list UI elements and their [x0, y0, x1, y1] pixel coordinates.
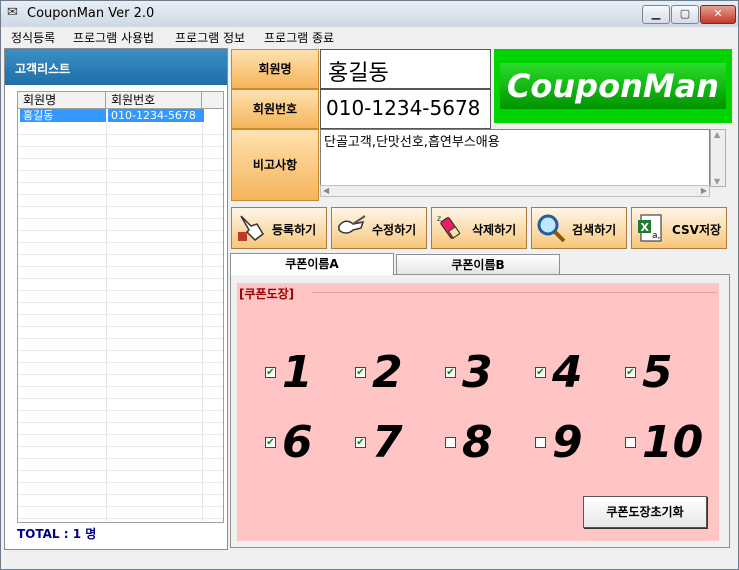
- menu-exit[interactable]: 프로그램 종료: [264, 29, 334, 46]
- menu-register[interactable]: 정식등록: [11, 29, 55, 46]
- coupon-stamp-4[interactable]: ✔ 4: [535, 348, 605, 398]
- excel-file-icon: X a,: [638, 214, 662, 242]
- stamp-checkbox[interactable]: ✔: [625, 367, 636, 378]
- stamp-number: 7: [372, 417, 403, 468]
- stamp-checkbox[interactable]: ✔: [355, 437, 366, 448]
- stamp-number: 5: [642, 347, 673, 398]
- coupon-stamp-9[interactable]: 9: [535, 418, 605, 468]
- memo-vertical-scrollbar[interactable]: ▲ ▼: [710, 129, 726, 187]
- column-header-name[interactable]: 회원명: [18, 92, 106, 108]
- stamp-number: 4: [552, 347, 583, 398]
- column-header-number[interactable]: 회원번호: [106, 92, 202, 108]
- stamp-checkbox[interactable]: [625, 437, 636, 448]
- reset-stamps-button[interactable]: 쿠폰도장초기화: [583, 496, 707, 528]
- tab-coupon-a[interactable]: 쿠폰이름A: [230, 253, 394, 275]
- stamp-checkbox[interactable]: ✔: [535, 367, 546, 378]
- scroll-down-icon[interactable]: ▼: [714, 177, 720, 186]
- svg-text:X: X: [641, 221, 650, 234]
- svg-text:a,: a,: [652, 231, 660, 241]
- table-row[interactable]: 홍길동 010-1234-5678: [20, 109, 204, 122]
- list-grid-divider: [202, 123, 203, 521]
- row-number-cell: 010-1234-5678: [108, 109, 204, 122]
- register-button[interactable]: 등록하기: [231, 207, 327, 249]
- scroll-up-icon[interactable]: ▲: [714, 130, 720, 139]
- stamp-number: 2: [372, 347, 403, 398]
- register-label: 등록하기: [272, 223, 317, 237]
- list-grid-divider: [106, 123, 107, 521]
- svg-text:z: z: [437, 214, 441, 223]
- name-label: 회원명: [231, 49, 319, 89]
- number-value: 010-1234-5678: [326, 96, 481, 120]
- close-icon: ✕: [713, 7, 723, 20]
- app-icon: ✉: [7, 5, 18, 20]
- menu-usage[interactable]: 프로그램 사용법: [73, 29, 154, 46]
- coupon-stamp-6[interactable]: ✔ 6: [265, 418, 335, 468]
- minimize-icon: ▁: [651, 7, 661, 20]
- menu-bar: 정식등록 프로그램 사용법 프로그램 정보 프로그램 종료: [1, 27, 738, 47]
- scroll-right-icon[interactable]: ▶: [701, 186, 707, 195]
- csv-save-label: CSV저장: [672, 223, 722, 237]
- row-name-cell: 홍길동: [20, 109, 106, 122]
- scroll-left-icon[interactable]: ◀: [323, 186, 329, 195]
- list-grid: [18, 123, 223, 521]
- coupon-stamp-5[interactable]: ✔ 5: [625, 348, 695, 398]
- search-label: 검색하기: [572, 223, 617, 237]
- minimize-button[interactable]: ▁: [642, 5, 670, 24]
- coupon-stamp-3[interactable]: ✔ 3: [445, 348, 515, 398]
- stamp-number: 8: [462, 417, 493, 468]
- number-field[interactable]: 010-1234-5678: [320, 89, 491, 129]
- customer-list-title: 고객리스트: [15, 62, 71, 76]
- name-field[interactable]: 홍길동: [320, 49, 491, 89]
- coupon-group-title: [쿠폰도장]: [237, 285, 297, 302]
- coupon-stamp-7[interactable]: ✔ 7: [355, 418, 425, 468]
- stamp-number: 6: [282, 417, 313, 468]
- stamp-checkbox[interactable]: [535, 437, 546, 448]
- customer-list-panel: 고객리스트 회원명 회원번호 홍길동 010-1234-5678 TOTAL :…: [4, 48, 228, 550]
- coupon-stamp-1[interactable]: ✔ 1: [265, 348, 335, 398]
- coupon-stamp-10[interactable]: 10: [625, 418, 703, 468]
- stamp-number: 3: [462, 347, 493, 398]
- name-value: 홍길동: [328, 61, 389, 86]
- stamp-checkbox[interactable]: ✔: [265, 437, 276, 448]
- window-title: CouponMan Ver 2.0: [27, 6, 155, 21]
- writing-hand-icon: [338, 215, 366, 234]
- customer-list-header: 고객리스트: [5, 49, 227, 85]
- coupon-stamp-2[interactable]: ✔ 2: [355, 348, 425, 398]
- logo-panel: CouponMan: [494, 49, 732, 123]
- pointing-hand-icon: [238, 215, 264, 241]
- group-border-line: [312, 292, 717, 293]
- stamp-checkbox[interactable]: ✔: [445, 367, 456, 378]
- list-header: 회원명 회원번호: [18, 92, 223, 109]
- logo-text: CouponMan: [500, 63, 726, 109]
- menu-info[interactable]: 프로그램 정보: [175, 29, 245, 46]
- eraser-icon: z: [437, 214, 461, 239]
- title-bar[interactable]: ✉ CouponMan Ver 2.0 ▁ ▢ ✕: [1, 1, 738, 28]
- stamp-checkbox[interactable]: ✔: [355, 367, 366, 378]
- stamp-number: 1: [282, 347, 313, 398]
- stamp-number: 10: [642, 417, 704, 468]
- tab-coupon-b[interactable]: 쿠폰이름B: [396, 254, 560, 274]
- delete-label: 삭제하기: [472, 223, 517, 237]
- coupon-stamp-8[interactable]: 8: [445, 418, 515, 468]
- stamp-checkbox[interactable]: ✔: [265, 367, 276, 378]
- memo-textarea[interactable]: 단골고객,단맛선호,흡연부스애용: [320, 129, 710, 187]
- memo-label: 비고사항: [231, 129, 319, 201]
- close-button[interactable]: ✕: [700, 5, 736, 24]
- delete-button[interactable]: z 삭제하기: [431, 207, 527, 249]
- edit-button[interactable]: 수정하기: [331, 207, 427, 249]
- stamp-number: 9: [552, 417, 583, 468]
- search-button[interactable]: 검색하기: [531, 207, 627, 249]
- total-count: TOTAL : 1 명: [17, 527, 97, 541]
- number-label: 회원번호: [231, 89, 319, 129]
- magnifier-icon: [537, 214, 566, 243]
- edit-label: 수정하기: [372, 223, 417, 237]
- memo-horizontal-scrollbar[interactable]: ◀ ▶: [320, 185, 710, 197]
- stamp-checkbox[interactable]: [445, 437, 456, 448]
- maximize-icon: ▢: [679, 7, 691, 20]
- customer-list-view[interactable]: 회원명 회원번호 홍길동 010-1234-5678: [17, 91, 224, 523]
- csv-save-button[interactable]: X a, CSV저장: [631, 207, 727, 249]
- maximize-button[interactable]: ▢: [671, 5, 699, 24]
